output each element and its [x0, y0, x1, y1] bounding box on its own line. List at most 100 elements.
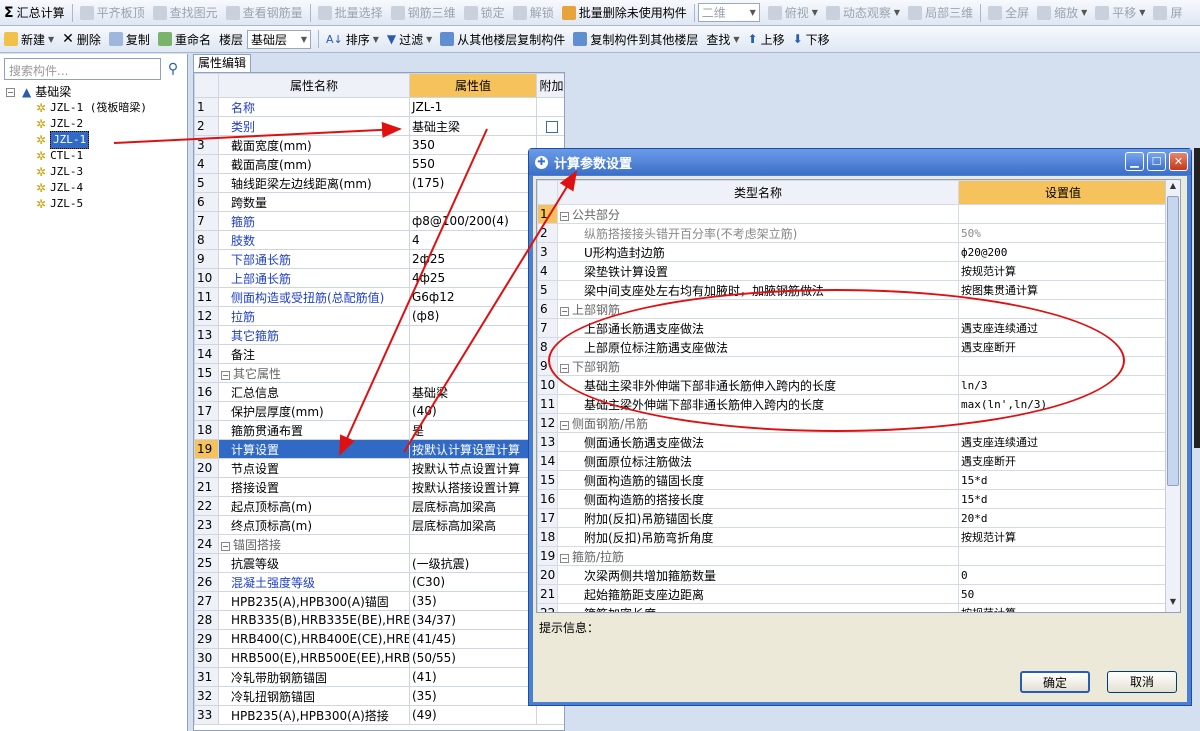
setting-value[interactable]: 按规范计算 — [958, 527, 1168, 547]
property-value[interactable]: (175) — [409, 173, 537, 193]
property-value[interactable] — [409, 192, 537, 212]
property-value[interactable]: (41/45) — [409, 629, 537, 649]
copy-from-floor-button[interactable]: 从其他楼层复制构件 — [436, 28, 569, 50]
collapse-icon[interactable]: − — [6, 87, 15, 97]
property-value[interactable]: G6ф12 — [409, 287, 537, 307]
property-row[interactable]: 13 其它箍筋 — [194, 325, 564, 345]
property-row[interactable]: 11 侧面构造或受扭筋(总配筋值) G6ф12 — [194, 287, 564, 307]
close-button[interactable]: ✕ — [1169, 152, 1188, 171]
tree-item[interactable]: ✲ JZL-1 (筏板暗梁) — [6, 100, 147, 116]
floor-select[interactable]: 基础层 ▼ — [246, 29, 311, 49]
setting-row[interactable]: 2 纵筋搭接接头错开百分率(不考虑架立筋) 50% — [537, 223, 1168, 243]
rebar-3d-button[interactable]: 钢筋三维 — [387, 2, 460, 24]
search-icon[interactable]: ⚲ — [163, 58, 183, 80]
property-value[interactable]: (C30) — [409, 572, 537, 592]
new-button[interactable]: 新建 ▼ — [0, 28, 58, 50]
property-row[interactable]: 5 轴线距梁左边线距离(mm) (175) — [194, 173, 564, 193]
property-extra[interactable] — [536, 116, 564, 136]
setting-value[interactable]: 按图集贯通计算 — [958, 280, 1168, 300]
property-value[interactable]: 4 — [409, 230, 537, 250]
property-row[interactable]: 32 冷轧扭钢筋锚固 (35) — [194, 686, 564, 706]
setting-row[interactable]: 3 U形构造封边筋 ф20@200 — [537, 242, 1168, 262]
setting-row[interactable]: 14 侧面原位标注筋做法 遇支座断开 — [537, 451, 1168, 471]
property-row[interactable]: 22 起点顶标高(m) 层底标高加梁高 — [194, 496, 564, 516]
setting-value[interactable]: 遇支座断开 — [958, 451, 1168, 471]
setting-value[interactable]: 按规范计算 — [958, 603, 1168, 612]
property-row[interactable]: 18 箍筋贯通布置 是 — [194, 420, 564, 440]
property-row[interactable]: 29 HRB400(C),HRB400E(CE),HRBF (41/45) — [194, 629, 564, 649]
sort-button[interactable]: A↓ 排序 ▼ — [322, 28, 383, 50]
property-row[interactable]: 7 箍筋 ф8@100/200(4) — [194, 211, 564, 231]
property-value[interactable]: 基础主梁 — [409, 116, 537, 136]
setting-row[interactable]: 21 起始箍筋距支座边距离 50 — [537, 584, 1168, 604]
rename-button[interactable]: 重命名 — [154, 28, 215, 50]
property-row[interactable]: 27 HPB235(A),HPB300(A)锚固 (35) — [194, 591, 564, 611]
setting-row[interactable]: 1− 公共部分 — [537, 204, 1168, 224]
property-row[interactable]: 33 HPB235(A),HPB300(A)搭接 (49) — [194, 705, 564, 725]
setting-row[interactable]: 17 附加(反扣)吊筋锚固长度 20*d — [537, 508, 1168, 528]
property-value[interactable]: 基础梁 — [409, 382, 537, 402]
property-row[interactable]: 26 混凝土强度等级 (C30) — [194, 572, 564, 592]
setting-value[interactable]: 20*d — [958, 508, 1168, 528]
property-row[interactable]: 21 搭接设置 按默认搭接设置计算 — [194, 477, 564, 497]
collapse-icon[interactable]: − — [221, 370, 230, 380]
property-value[interactable]: (34/37) — [409, 610, 537, 630]
property-row[interactable]: 9 下部通长筋 2ф25 — [194, 249, 564, 269]
property-row[interactable]: 14 备注 — [194, 344, 564, 364]
setting-row[interactable]: 13 侧面通长筋遇支座做法 遇支座连续通过 — [537, 432, 1168, 452]
property-row[interactable]: 3 截面宽度(mm) 350 — [194, 135, 564, 155]
setting-row[interactable]: 20 次梁两侧共增加箍筋数量 0 — [537, 565, 1168, 585]
tree-item[interactable]: ✲ JZL-1 — [6, 131, 147, 149]
view-rebar-button[interactable]: 查看钢筋量 — [222, 2, 307, 24]
maximize-button[interactable]: ☐ — [1147, 152, 1166, 171]
property-row[interactable]: 24− 锚固搭接 — [194, 534, 564, 554]
settings-scrollbar[interactable]: ▲ ▼ — [1165, 180, 1180, 612]
orbit-button[interactable]: 动态观察 ▼ — [822, 2, 904, 24]
property-row[interactable]: 31 冷轧带肋钢筋锚固 (41) — [194, 667, 564, 687]
property-value[interactable]: 4ф25 — [409, 268, 537, 288]
setting-value[interactable]: 15*d — [958, 470, 1168, 490]
property-row[interactable]: 20 节点设置 按默认节点设置计算 — [194, 458, 564, 478]
tree-item[interactable]: ✲ CTL-1 — [6, 148, 147, 164]
setting-value[interactable]: 15*d — [958, 489, 1168, 509]
property-value[interactable]: 按默认搭接设置计算 — [409, 477, 537, 497]
collapse-icon[interactable]: − — [221, 541, 230, 551]
property-row[interactable]: 25 抗震等级 (一级抗震) — [194, 553, 564, 573]
setting-row[interactable]: 15 侧面构造筋的锚固长度 15*d — [537, 470, 1168, 490]
find-element-button[interactable]: 查找图元 — [149, 2, 222, 24]
tree-item[interactable]: ✲ JZL-2 — [6, 116, 147, 132]
property-value[interactable] — [409, 344, 537, 364]
property-row[interactable]: 16 汇总信息 基础梁 — [194, 382, 564, 402]
align-slab-top-button[interactable]: 平齐板顶 — [76, 2, 149, 24]
property-row[interactable]: 30 HRB500(E),HRB500E(EE),HRBF (50/55) — [194, 648, 564, 668]
top-view-button[interactable]: 俯视 ▼ — [764, 2, 822, 24]
property-extra[interactable] — [536, 97, 564, 117]
collapse-icon[interactable]: − — [560, 553, 569, 563]
property-value[interactable]: (35) — [409, 686, 537, 706]
zoom-button[interactable]: 缩放 ▼ — [1033, 2, 1091, 24]
setting-value[interactable] — [958, 546, 1168, 566]
setting-value[interactable] — [958, 204, 1168, 224]
property-value[interactable]: (40) — [409, 401, 537, 421]
property-row[interactable]: 1 名称 JZL-1 — [194, 97, 564, 117]
batch-delete-unused-button[interactable]: 批量删除未使用构件 — [558, 2, 691, 24]
setting-value[interactable]: 50% — [958, 223, 1168, 243]
summary-calc-button[interactable]: Σ 汇总计算 — [0, 2, 69, 24]
collapse-icon[interactable]: − — [560, 211, 569, 221]
setting-value[interactable]: 遇支座连续通过 — [958, 432, 1168, 452]
local-3d-button[interactable]: 局部三维 — [904, 2, 977, 24]
tree-item[interactable]: ✲ JZL-3 — [6, 164, 147, 180]
property-value[interactable]: 是 — [409, 420, 537, 440]
property-row[interactable]: 12 拉筋 (ф8) — [194, 306, 564, 326]
dialog-title-bar[interactable]: ✚ 计算参数设置 — [529, 149, 1191, 175]
property-value[interactable]: (ф8) — [409, 306, 537, 326]
property-value[interactable]: (35) — [409, 591, 537, 611]
scroll-down-icon[interactable]: ▼ — [1167, 597, 1179, 611]
view-mode-select[interactable]: 二维 ▼ — [697, 3, 760, 22]
property-row[interactable]: 23 终点顶标高(m) 层底标高加梁高 — [194, 515, 564, 535]
property-row[interactable]: 8 肢数 4 — [194, 230, 564, 250]
minimize-button[interactable]: ▁ — [1125, 152, 1144, 171]
property-value[interactable]: (41) — [409, 667, 537, 687]
property-value[interactable]: 550 — [409, 154, 537, 174]
lock-button[interactable]: 锁定 — [460, 2, 509, 24]
